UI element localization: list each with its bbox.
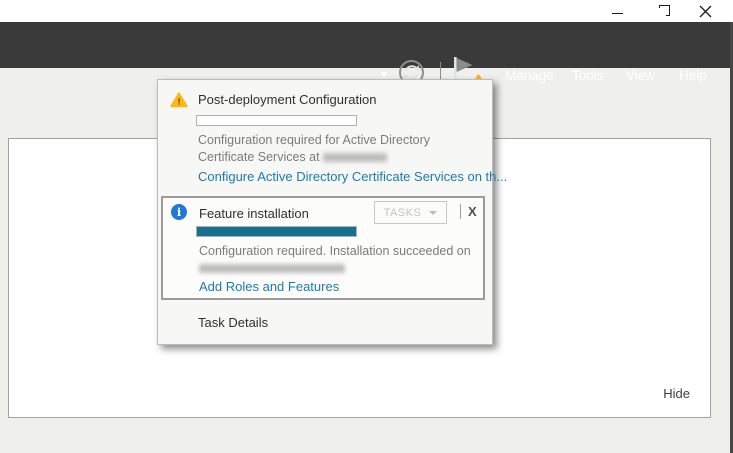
restore-icon	[656, 5, 670, 17]
post-deployment-progress-bar	[196, 115, 357, 126]
notifications-flyout: ! Post-deployment Configuration Configur…	[157, 79, 507, 345]
add-roles-features-link[interactable]: Add Roles and Features	[199, 279, 339, 294]
menu-manage[interactable]: Manage	[505, 68, 554, 83]
message-line1: Configuration required. Installation suc…	[199, 244, 471, 258]
post-deployment-title: Post-deployment Configuration	[198, 92, 377, 107]
chevron-down-icon	[429, 210, 438, 215]
tasks-dropdown-label: TASKS	[383, 206, 422, 219]
feature-installation-progress-bar	[196, 226, 357, 237]
dismiss-task-button[interactable]: X	[468, 204, 477, 219]
titlebar	[0, 0, 733, 22]
menu-help[interactable]: Help	[679, 68, 707, 83]
feature-installation-task[interactable]: i Feature installation TASKS X Configura…	[161, 196, 485, 300]
feature-installation-title: Feature installation	[199, 206, 309, 221]
warning-icon: !	[170, 92, 188, 108]
close-icon	[699, 5, 711, 17]
progress-fill	[197, 227, 356, 236]
menu-view[interactable]: View	[626, 68, 655, 83]
info-icon: i	[171, 204, 187, 220]
hide-link[interactable]: Hide	[663, 386, 690, 401]
menu-tools[interactable]: Tools	[572, 68, 604, 83]
toolbar: ! Manage Tools View Help	[0, 22, 733, 95]
feature-installation-message: Configuration required. Installation suc…	[199, 243, 481, 276]
redacted-server-fqdn	[199, 263, 345, 273]
minimize-icon	[611, 13, 623, 14]
server-manager-window: ! Manage Tools View Help Hide ! Post-dep…	[0, 0, 733, 453]
window-controls	[595, 0, 727, 22]
svg-text:i: i	[177, 205, 182, 219]
redacted-server-name	[323, 152, 388, 162]
configure-adcs-link[interactable]: Configure Active Directory Certificate S…	[198, 169, 507, 184]
task-separator	[460, 204, 461, 219]
post-deployment-message: Configuration required for Active Direct…	[198, 132, 486, 165]
tasks-dropdown[interactable]: TASKS	[374, 201, 447, 224]
svg-text:!: !	[178, 96, 181, 106]
chevron-down-icon[interactable]	[380, 72, 388, 77]
close-button[interactable]	[683, 0, 727, 22]
message-line1: Configuration required for Active Direct…	[198, 133, 431, 147]
message-line2: Certificate Services at	[198, 149, 320, 164]
restore-button[interactable]	[639, 0, 683, 22]
minimize-button[interactable]	[595, 0, 639, 22]
task-details-link[interactable]: Task Details	[198, 315, 268, 330]
